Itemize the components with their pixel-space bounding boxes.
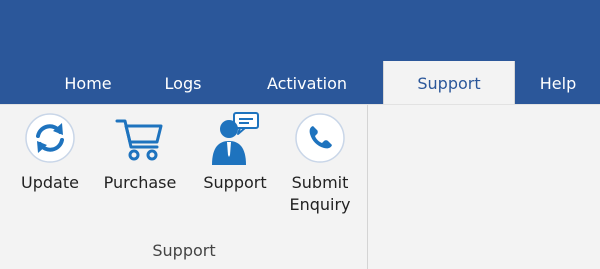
title-bar [0, 0, 600, 61]
ribbon-panel: Update Purchase Support Submit Enquiry S… [0, 104, 600, 269]
ribbon-group-label: Support [152, 241, 216, 260]
support-agent-icon [212, 112, 259, 165]
phone-icon [295, 113, 345, 163]
app-window: Home Logs Activation Support Help Update [0, 0, 600, 269]
tab-activation[interactable]: Activation [248, 61, 366, 104]
tab-support[interactable]: Support [383, 61, 515, 104]
submit-enquiry-button[interactable]: Submit Enquiry [284, 111, 356, 215]
purchase-label: Purchase [103, 173, 177, 192]
tab-logs[interactable]: Logs [148, 61, 218, 104]
ribbon-group-support: Update Purchase Support Submit Enquiry S… [0, 105, 368, 269]
submit-enquiry-label-line1: Submit [291, 173, 349, 192]
ribbon-tab-bar: Home Logs Activation Support Help [0, 61, 600, 104]
support-button[interactable]: Support [196, 111, 274, 193]
update-button[interactable]: Update [20, 111, 80, 193]
refresh-icon [25, 113, 75, 163]
cart-icon [115, 119, 163, 161]
submit-enquiry-label-line2: Enquiry [289, 195, 351, 214]
tab-home[interactable]: Home [48, 61, 128, 104]
update-label: Update [21, 173, 79, 192]
purchase-button[interactable]: Purchase [98, 111, 182, 193]
support-label: Support [203, 173, 267, 192]
tab-help[interactable]: Help [528, 61, 588, 104]
